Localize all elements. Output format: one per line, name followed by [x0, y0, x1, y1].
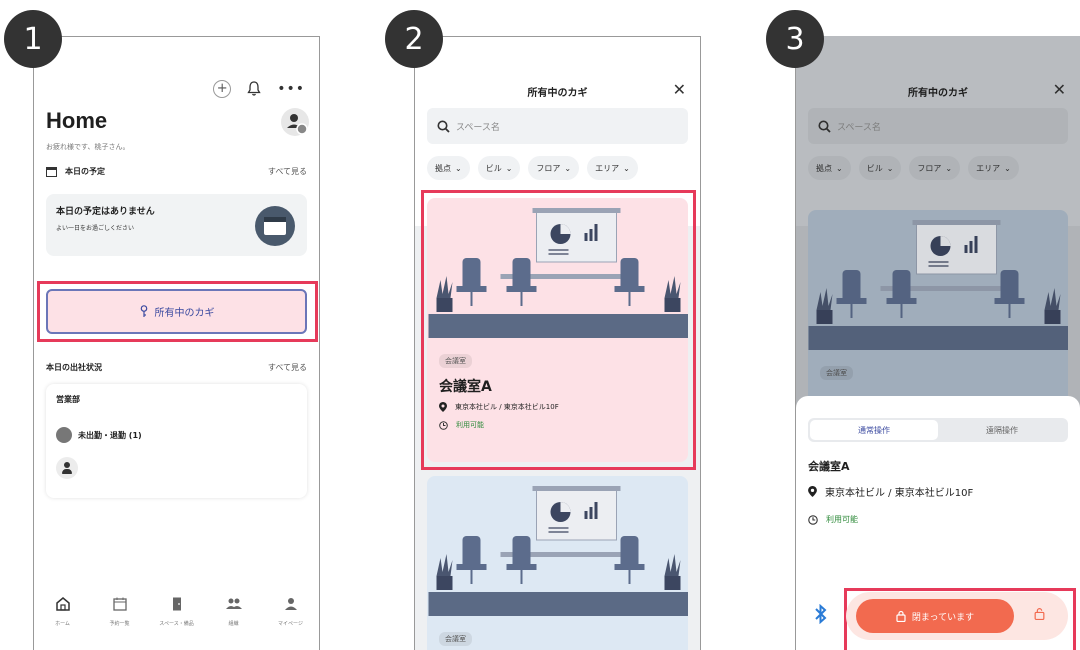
key-icon	[139, 305, 149, 318]
home-icon	[55, 596, 71, 614]
nav-item-organization[interactable]: 組織	[206, 596, 262, 627]
home-toolbar: + •••	[213, 80, 305, 98]
nav-item-spaces[interactable]: スペース・備品	[149, 596, 205, 627]
filter-chip-building[interactable]: ビル ⌄	[477, 156, 521, 180]
operation-mode-tabs: 通常操作 遠隔操作	[808, 418, 1068, 442]
step-line-2	[441, 36, 701, 37]
nav-item-mypage[interactable]: マイページ	[263, 596, 319, 627]
room-status-text: 利用可能	[826, 515, 858, 524]
owned-keys-label: 所有中のカギ	[154, 308, 215, 319]
attendance-section-title: 本日の出社状況	[46, 363, 102, 372]
nav-item-reservations[interactable]: 予約一覧	[92, 596, 148, 627]
filter-row: 拠点 ⌄ ビル ⌄ フロア ⌄ エリア ⌄	[427, 156, 638, 180]
location-pin-icon	[439, 402, 447, 412]
owned-keys-screen: 所有中のカギ ✕ スペース名 拠点 ⌄ ビル ⌄ フロア ⌄ エリア ⌄ 会議室 会議室…	[414, 36, 701, 650]
room-name: 会議室A	[439, 379, 492, 395]
filter-chip-label: エリア	[595, 163, 620, 173]
attendance-see-all-link[interactable]: すべて見る	[268, 362, 307, 373]
room-location: 東京本社ビル / 東京本社ビル10F	[439, 402, 676, 412]
room-location-text: 東京本社ビル / 東京本社ビル10F	[825, 488, 974, 499]
lock-control-screen: 所有中のカギ ✕ スペース名 拠点 ⌄ ビル ⌄ フロア ⌄ エリア ⌄ 会議室 通常操…	[795, 36, 1080, 650]
filter-chip-area[interactable]: エリア ⌄	[587, 156, 638, 180]
clock-icon	[808, 514, 818, 525]
lock-open-icon	[1034, 607, 1045, 620]
chevron-down-icon: ⌄	[623, 163, 630, 173]
calendar-illustration-icon	[255, 206, 295, 246]
greeting-text: お疲れ様です、桃子さん。	[46, 143, 130, 151]
lock-closed-icon	[896, 610, 906, 622]
absent-label: 未出勤・退勤 (1)	[78, 430, 142, 440]
calendar-icon	[112, 596, 128, 614]
bottom-nav: ホーム 予約一覧 スペース・備品 組織 マイページ	[34, 596, 319, 627]
schedule-section-header: 本日の予定 すべて見る	[46, 166, 307, 177]
filter-chip-label: フロア	[536, 163, 561, 173]
absent-status-icon	[56, 427, 72, 443]
tab-normal-operation[interactable]: 通常操作	[810, 420, 938, 440]
step-badge-1: 1	[4, 10, 62, 68]
schedule-see-all-link[interactable]: すべて見る	[268, 166, 307, 177]
filter-chip-base[interactable]: 拠点 ⌄	[427, 156, 470, 180]
department-name: 営業部	[56, 395, 80, 404]
step-line-1	[60, 36, 320, 37]
filter-chip-label: 拠点	[435, 163, 451, 173]
nav-item-home[interactable]: ホーム	[35, 596, 91, 627]
room-status-text: 利用可能	[456, 421, 484, 429]
schedule-card: 本日の予定はありません よい一日をお過ごしください	[46, 194, 307, 256]
schedule-section-title: 本日の予定	[65, 167, 105, 176]
calendar-icon	[46, 166, 57, 177]
room-status: 利用可能	[808, 514, 858, 525]
filter-chip-label: ビル	[485, 163, 502, 173]
lock-slider-handle[interactable]: 閉まっています	[856, 599, 1014, 633]
absent-row[interactable]: 未出勤・退勤 (1)	[56, 427, 297, 443]
clock-icon	[439, 420, 448, 430]
lock-bottom-sheet: 通常操作 遠隔操作 会議室A 東京本社ビル / 東京本社ビル10F 利用可能 閉…	[796, 396, 1080, 650]
lock-status-label: 閉まっています	[911, 612, 975, 623]
room-card[interactable]: 会議室 会議室A 東京本社ビル / 東京本社ビル10F 利用可能	[427, 198, 688, 462]
bluetooth-icon	[814, 604, 828, 624]
add-icon[interactable]: +	[213, 80, 232, 98]
room-location-text: 東京本社ビル / 東京本社ビル10F	[455, 403, 559, 411]
step-badge-3: 3	[766, 10, 824, 68]
step-badge-2: 2	[385, 10, 443, 68]
page-title: Home	[46, 108, 108, 133]
member-avatar[interactable]	[56, 457, 78, 479]
owned-keys-button[interactable]: 所有中のカギ	[46, 289, 307, 334]
chevron-down-icon: ⌄	[505, 163, 513, 173]
door-icon	[169, 596, 185, 614]
modal-title: 所有中のカギ	[527, 88, 588, 99]
nav-label-spaces: スペース・備品	[159, 621, 194, 627]
room-location: 東京本社ビル / 東京本社ビル10F	[808, 484, 973, 499]
avatar[interactable]	[281, 108, 309, 136]
meeting-room-illustration	[427, 476, 688, 616]
filter-chip-floor[interactable]: フロア ⌄	[528, 156, 580, 180]
attendance-section-header: 本日の出社状況 すべて見る	[46, 362, 307, 373]
meeting-room-illustration	[427, 198, 688, 338]
nav-label-reservations: 予約一覧	[109, 621, 130, 627]
attendance-card: 営業部 未出勤・退勤 (1)	[46, 384, 307, 498]
close-icon[interactable]: ✕	[673, 80, 686, 99]
chevron-down-icon: ⌄	[564, 163, 572, 173]
search-input[interactable]: スペース名	[427, 108, 688, 144]
nav-label-home: ホーム	[55, 621, 70, 627]
nav-label-mypage: マイページ	[278, 621, 303, 627]
room-type-tag: 会議室	[439, 354, 472, 368]
room-type-tag: 会議室	[439, 632, 472, 646]
chevron-down-icon: ⌄	[455, 163, 462, 173]
home-screen: + ••• Home お疲れ様です、桃子さん。 本日の予定 すべて見る 本日の予…	[33, 36, 320, 650]
search-icon	[437, 120, 450, 133]
group-icon	[225, 596, 243, 614]
location-pin-icon	[808, 486, 817, 497]
bell-icon[interactable]	[247, 81, 261, 97]
tab-remote-operation[interactable]: 遠隔操作	[938, 420, 1066, 440]
person-icon	[283, 596, 299, 614]
room-card[interactable]: 会議室	[427, 476, 688, 650]
room-status: 利用可能	[439, 420, 676, 430]
nav-label-organization: 組織	[228, 621, 239, 627]
room-name: 会議室A	[808, 460, 850, 473]
more-icon[interactable]: •••	[277, 81, 305, 97]
search-placeholder: スペース名	[456, 122, 500, 133]
